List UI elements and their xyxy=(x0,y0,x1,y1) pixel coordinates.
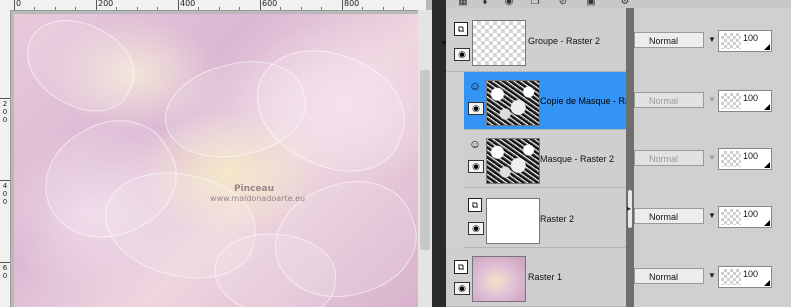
opacity-slider-icon[interactable] xyxy=(764,44,770,50)
link-icon[interactable]: ⊘ xyxy=(556,0,570,7)
layer-properties: Normal ▼ 100 xyxy=(634,248,791,307)
watermark-title: Pinceau xyxy=(234,184,275,194)
opacity-slider-icon[interactable] xyxy=(764,104,770,110)
layer-properties: Normal ▼ 100 xyxy=(634,72,791,130)
layer-row-raster-1[interactable]: ⧉ ◉ Raster 1 xyxy=(446,248,626,307)
opacity-slider-icon[interactable] xyxy=(764,220,770,226)
opacity-swatch xyxy=(721,93,741,109)
panel-resize-handle[interactable] xyxy=(627,190,632,228)
opacity-field[interactable]: 100 xyxy=(718,30,772,52)
visibility-eye-icon[interactable]: ◉ xyxy=(454,48,470,61)
mask-layer-icon: ☺ xyxy=(468,137,482,151)
opacity-swatch xyxy=(721,151,741,167)
layer-name: Raster 2 xyxy=(540,214,575,224)
layers-toolbar: ▦ ⬇ ◉ ❐ ⊘ ▣ ⚙ xyxy=(446,0,791,8)
layer-thumbnail xyxy=(472,256,526,302)
mask-layer-icon: ☺ xyxy=(468,79,482,93)
flower-image[interactable]: Pinceau www.maldonadoarte.eu xyxy=(14,14,418,307)
opacity-swatch xyxy=(721,209,741,225)
watermark: Pinceau www.maldonadoarte.eu xyxy=(210,184,305,203)
chevron-down-icon[interactable]: ▼ xyxy=(708,268,716,284)
image-canvas-area: 0 200 400 600 800 2 0 0 4 0 0 6 0 Pincea… xyxy=(0,0,432,307)
ruler-label: 200 xyxy=(98,0,114,8)
chevron-down-icon[interactable]: ▼ xyxy=(708,150,716,166)
opacity-field[interactable]: 100 xyxy=(718,266,772,288)
layer-properties: Normal ▼ 100 xyxy=(634,130,791,188)
layer-row-group-raster-2[interactable]: ⧉ ▼ ◉ Groupe - Raster 2 xyxy=(440,8,626,72)
opacity-field[interactable]: 100 xyxy=(718,90,772,112)
raster-layer-icon: ⧉ xyxy=(454,260,468,274)
layer-row-mask[interactable]: ☺ ◉ Masque - Raster 2 xyxy=(446,130,626,188)
layer-name: Copie de Masque - Raster 2 xyxy=(540,96,626,106)
blend-mode-select[interactable]: Normal xyxy=(634,208,704,224)
layer-properties: Normal ▼ 100 xyxy=(634,8,791,72)
raster-layer-icon: ⧉ xyxy=(468,198,482,212)
ruler-label: 4 xyxy=(2,182,8,190)
blend-mode-select[interactable]: Normal xyxy=(634,32,704,48)
watermark-url: www.maldonadoarte.eu xyxy=(210,194,306,203)
opacity-value: 100 xyxy=(743,209,759,219)
ruler-label: 0 xyxy=(2,198,8,206)
chevron-down-icon[interactable]: ▼ xyxy=(708,92,716,108)
visibility-eye-icon[interactable]: ◉ xyxy=(468,160,484,173)
opacity-value: 100 xyxy=(743,269,759,279)
ruler-label: 6 xyxy=(2,264,8,272)
chevron-down-icon[interactable]: ▼ xyxy=(708,32,716,48)
opacity-swatch xyxy=(721,33,741,49)
opacity-value: 100 xyxy=(743,93,759,103)
scrollbar-thumb[interactable] xyxy=(420,70,430,250)
ruler-label: 0 xyxy=(16,0,22,8)
vertical-scrollbar[interactable] xyxy=(418,10,432,307)
opacity-swatch xyxy=(721,269,741,285)
layer-row-raster-2[interactable]: ⧉ ◉ Raster 2 xyxy=(446,188,626,248)
opacity-field[interactable]: 100 xyxy=(718,148,772,170)
duplicate-icon[interactable]: ❐ xyxy=(528,0,542,7)
ruler-label: 400 xyxy=(180,0,196,8)
vertical-ruler: 2 0 0 4 0 0 6 0 xyxy=(0,10,11,307)
chevron-down-icon[interactable]: ▼ xyxy=(708,208,716,224)
collapse-arrow-icon[interactable]: ▼ xyxy=(440,40,448,48)
visibility-eye-icon[interactable]: ◉ xyxy=(468,222,484,235)
layer-name: Groupe - Raster 2 xyxy=(528,36,601,46)
layer-name: Masque - Raster 2 xyxy=(540,154,615,164)
ruler-label: 0 xyxy=(2,190,8,198)
blend-mode-select[interactable]: Normal xyxy=(634,150,704,166)
ruler-label: 600 xyxy=(262,0,278,8)
mask-icon[interactable]: ◉ xyxy=(502,0,516,7)
layer-properties: Normal ▼ 100 xyxy=(634,188,791,248)
layer-thumbnail xyxy=(486,138,540,184)
visibility-eye-icon[interactable]: ◉ xyxy=(454,282,470,295)
ruler-label: 0 xyxy=(2,108,8,116)
visibility-eye-icon[interactable]: ◉ xyxy=(468,102,484,115)
panel-divider xyxy=(626,8,634,307)
layers-panel: ▦ ⬇ ◉ ❐ ⊘ ▣ ⚙ ⧉ ▼ ◉ Groupe - Raster 2 ☺ … xyxy=(440,0,791,307)
layer-row-mask-copy[interactable]: ☺ ◉ Copie de Masque - Raster 2 xyxy=(446,72,626,130)
blend-mode-select[interactable]: Normal xyxy=(634,268,704,284)
ruler-label: 0 xyxy=(2,116,8,124)
opacity-value: 100 xyxy=(743,33,759,43)
layer-thumbnail xyxy=(486,198,540,244)
layer-thumbnail xyxy=(472,20,526,66)
group-layer-icon: ⧉ xyxy=(454,22,468,36)
layer-name: Raster 1 xyxy=(528,272,563,282)
properties-icon[interactable]: ⚙ xyxy=(618,0,632,7)
opacity-value: 100 xyxy=(743,151,759,161)
blend-mode-select[interactable]: Normal xyxy=(634,92,704,108)
ruler-label: 2 xyxy=(2,100,8,108)
arrow-down-icon[interactable]: ⬇ xyxy=(478,0,492,7)
new-layer-icon[interactable]: ▦ xyxy=(456,0,470,7)
opacity-field[interactable]: 100 xyxy=(718,206,772,228)
layer-thumbnail xyxy=(486,80,540,126)
opacity-slider-icon[interactable] xyxy=(764,280,770,286)
opacity-slider-icon[interactable] xyxy=(764,162,770,168)
lock-icon[interactable]: ▣ xyxy=(584,0,598,7)
ruler-label: 800 xyxy=(344,0,360,8)
horizontal-ruler: 0 200 400 600 800 xyxy=(10,0,426,11)
ruler-label: 0 xyxy=(2,272,8,280)
